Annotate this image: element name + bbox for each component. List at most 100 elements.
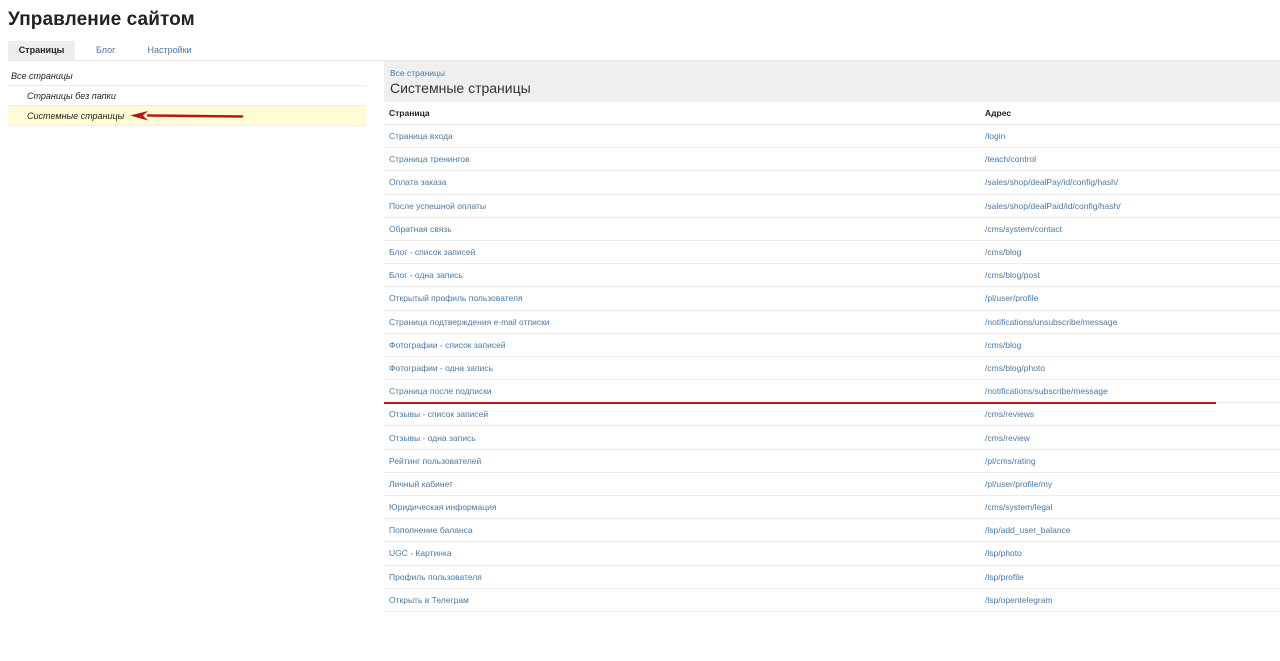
page-name-link[interactable]: Фотографии - одна запись <box>389 363 493 373</box>
page-address-link[interactable]: /lsp/add_user_balance <box>985 525 1071 535</box>
page-name-cell: Пополнение баланса <box>384 525 980 535</box>
page-name-link[interactable]: Обратная связь <box>389 224 452 234</box>
table-row[interactable]: После успешной оплаты/sales/shop/dealPai… <box>384 195 1280 218</box>
page-address-cell: /lsp/photo <box>980 548 1280 558</box>
table-row[interactable]: Рейтинг пользователей/pl/cms/rating <box>384 450 1280 473</box>
page-address-link[interactable]: /sales/shop/dealPaid/id/config/hash/ <box>985 201 1121 211</box>
page-address-cell: /cms/blog/post <box>980 270 1280 280</box>
table-row[interactable]: Страница после подписки/notifications/su… <box>384 380 1280 404</box>
page-name-link[interactable]: Отзывы - одна запись <box>389 433 476 443</box>
table-row[interactable]: UGC - Картинка/lsp/photo <box>384 542 1280 566</box>
page-address-link[interactable]: /cms/blog/post <box>985 270 1040 280</box>
page-name-link[interactable]: Блог - одна запись <box>389 270 463 280</box>
page-name-cell: Блог - список записей <box>384 247 980 257</box>
main-panel: Все страницы Системные страницы Страница… <box>384 61 1280 612</box>
page-address-link[interactable]: /cms/system/legal <box>985 502 1053 512</box>
page-address-link[interactable]: /lsp/profile <box>985 572 1024 582</box>
page-address-link[interactable]: /cms/blog <box>985 340 1021 350</box>
page-name-link[interactable]: Блог - список записей <box>389 247 475 257</box>
tab-settings[interactable]: Настройки <box>135 41 203 60</box>
page-address-cell: /cms/blog <box>980 247 1280 257</box>
annotation-arrow <box>130 111 244 121</box>
page-address-link[interactable]: /cms/system/contact <box>985 224 1062 234</box>
page-address-link[interactable]: /lsp/photo <box>985 548 1022 558</box>
tab-pages[interactable]: Страницы <box>8 41 75 60</box>
page-name-link[interactable]: Профиль пользователя <box>389 572 482 582</box>
page-address-link[interactable]: /pl/user/profile/my <box>985 479 1052 489</box>
page-name-link[interactable]: Открытый профиль пользователя <box>389 293 523 303</box>
table-row[interactable]: Оплата заказа/sales/shop/dealPay/id/conf… <box>384 171 1280 195</box>
table-row[interactable]: Пополнение баланса/lsp/add_user_balance <box>384 519 1280 543</box>
page-name-cell: Оплата заказа <box>384 177 980 187</box>
page-address-link[interactable]: /lsp/opentelegram <box>985 595 1053 605</box>
table-row[interactable]: Страница подтверждения e-mail отписки/no… <box>384 311 1280 334</box>
page-name-link[interactable]: Фотографии - список записей <box>389 340 506 350</box>
page-name-cell: Страница после подписки <box>384 386 980 396</box>
page-name-cell: Юридическая информация <box>384 502 980 512</box>
sidebar-item-no-folder[interactable]: Страницы без папки <box>8 86 366 106</box>
breadcrumb[interactable]: Все страницы <box>390 68 1274 78</box>
page-name-cell: Страница входа <box>384 131 980 141</box>
table-row[interactable]: Юридическая информация/cms/system/legal <box>384 496 1280 520</box>
page-name-link[interactable]: После успешной оплаты <box>389 201 486 211</box>
page-name-cell: Открытый профиль пользователя <box>384 293 980 303</box>
page-name-link[interactable]: Страница тренингов <box>389 154 470 164</box>
page-name-link[interactable]: Оплата заказа <box>389 177 446 187</box>
page-address-cell: /pl/cms/rating <box>980 456 1280 466</box>
page-address-link[interactable]: /cms/review <box>985 433 1030 443</box>
page-name-cell: Страница тренингов <box>384 154 980 164</box>
page-address-cell: /cms/review <box>980 433 1280 443</box>
page-address-cell: /notifications/unsubscribe/message <box>980 317 1280 327</box>
page-title: Управление сайтом <box>8 9 195 30</box>
page-address-cell: /sales/shop/dealPaid/id/config/hash/ <box>980 201 1280 211</box>
page-address-link[interactable]: /cms/blog/photo <box>985 363 1045 373</box>
content-header: Все страницы Системные страницы <box>384 61 1280 102</box>
table-row[interactable]: Страница входа/login <box>384 125 1280 149</box>
table-row[interactable]: Профиль пользователя/lsp/profile <box>384 566 1280 589</box>
page-name-cell: Личный кабинет <box>384 479 980 489</box>
page-address-cell: /cms/reviews <box>980 409 1280 419</box>
table-row[interactable]: Фотографии - список записей/cms/blog <box>384 334 1280 357</box>
page-name-link[interactable]: Страница входа <box>389 131 453 141</box>
page-name-link[interactable]: Открыть в Телеграм <box>389 595 469 605</box>
table-row[interactable]: Обратная связь/cms/system/contact <box>384 218 1280 241</box>
table-row[interactable]: Страница тренингов/teach/control <box>384 148 1280 172</box>
page-name-link[interactable]: Рейтинг пользователей <box>389 456 481 466</box>
page-name-link[interactable]: Личный кабинет <box>389 479 453 489</box>
page-address-link[interactable]: /notifications/unsubscribe/message <box>985 317 1117 327</box>
sidebar-item-all-pages[interactable]: Все страницы <box>8 66 366 86</box>
page-name-cell: Профиль пользователя <box>384 572 980 582</box>
page-name-link[interactable]: UGC - Картинка <box>389 548 452 558</box>
page-name-link[interactable]: Страница после подписки <box>389 386 492 396</box>
table-row[interactable]: Открыть в Телеграм/lsp/opentelegram <box>384 589 1280 612</box>
page-address-link[interactable]: /sales/shop/dealPay/id/config/hash/ <box>985 177 1118 187</box>
table-row[interactable]: Блог - список записей/cms/blog <box>384 241 1280 265</box>
table-row[interactable]: Открытый профиль пользователя/pl/user/pr… <box>384 287 1280 311</box>
column-header-address: Адрес <box>985 108 1012 118</box>
page-address-cell: /cms/system/legal <box>980 502 1280 512</box>
tab-blog[interactable]: Блог <box>84 41 127 60</box>
table-row[interactable]: Фотографии - одна запись/cms/blog/photo <box>384 357 1280 381</box>
page-name-link[interactable]: Страница подтверждения e-mail отписки <box>389 317 550 327</box>
table-row[interactable]: Личный кабинет/pl/user/profile/my <box>384 473 1280 496</box>
page-name-link[interactable]: Пополнение баланса <box>389 525 473 535</box>
page-name-link[interactable]: Отзывы - список записей <box>389 409 488 419</box>
page-address-link[interactable]: /pl/cms/rating <box>985 456 1036 466</box>
page-name-cell: Отзывы - список записей <box>384 409 980 419</box>
page-address-link[interactable]: /pl/user/profile <box>985 293 1038 303</box>
pages-table-body: Страница входа/login Страница тренингов/t… <box>384 125 1280 612</box>
page-address-link[interactable]: /teach/control <box>985 154 1036 164</box>
page-address-link[interactable]: /login <box>985 131 1005 141</box>
page-address-cell: /teach/control <box>980 154 1280 164</box>
table-row[interactable]: Блог - одна запись/cms/blog/post <box>384 264 1280 288</box>
page-address-link[interactable]: /cms/blog <box>985 247 1021 257</box>
page-address-link[interactable]: /notifications/subscribe/message <box>985 386 1108 396</box>
page-address-link[interactable]: /cms/reviews <box>985 409 1034 419</box>
page-name-cell: Рейтинг пользователей <box>384 456 980 466</box>
page-address-cell: /pl/user/profile <box>980 293 1280 303</box>
page-address-cell: /lsp/add_user_balance <box>980 525 1280 535</box>
page-name-link[interactable]: Юридическая информация <box>389 502 496 512</box>
table-row[interactable]: Отзывы - одна запись/cms/review <box>384 426 1280 450</box>
page-address-cell: /login <box>980 131 1280 141</box>
table-row[interactable]: Отзывы - список записей/cms/reviews <box>384 403 1280 427</box>
